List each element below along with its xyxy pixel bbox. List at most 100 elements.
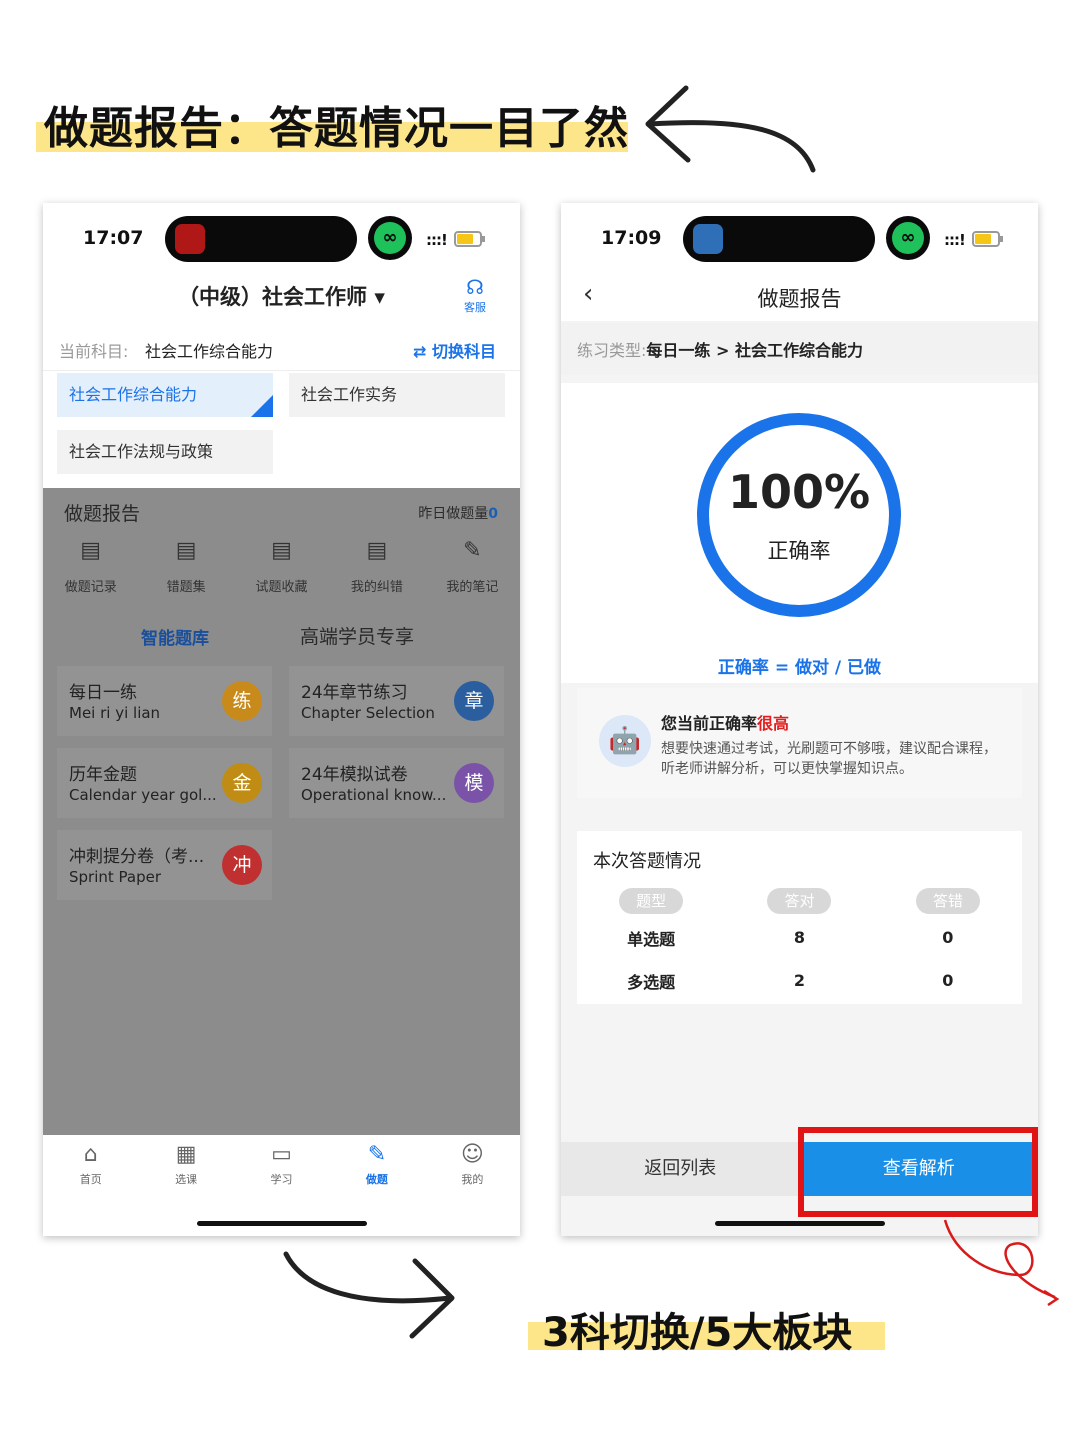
card-subtitle: Sprint Paper	[69, 868, 162, 886]
note-icon: ✎	[463, 538, 482, 563]
card-badge: 练	[222, 681, 262, 721]
home-icon: ⌂	[83, 1142, 98, 1167]
answer-stats: 本次答题情况 题型 答对 答错 单选题 8 0 多选题 2 0	[577, 831, 1022, 1004]
crumb-key: 练习类型:	[577, 341, 647, 360]
favorite-icon: ▤	[271, 538, 292, 563]
status-bar: 17:07 ∞ :::!	[43, 203, 520, 273]
tab-me[interactable]: ☺ 我的	[425, 1135, 520, 1205]
accuracy-formula: 正确率 = 做对 / 已做	[717, 658, 882, 678]
stats-cell: 单选题	[627, 929, 676, 949]
tool-label: 试题收藏	[255, 580, 308, 595]
card-chapter[interactable]: 24年章节练习 Chapter Selection 章	[289, 666, 504, 736]
subject-chip-label: 社会工作综合能力	[69, 385, 198, 404]
dynamic-island	[683, 216, 875, 262]
highlight-box	[798, 1127, 1038, 1217]
card-subtitle: Operational know...	[301, 786, 447, 804]
card-subtitle: Mei ri yi lian	[69, 704, 161, 722]
report-tools: ▤ 做题记录 ▤ 错题集 ▤ 试题收藏 ▤ 我的纠错 ✎ 我的笔记	[43, 536, 520, 596]
breadcrumb: 练习类型:每日一练 > 社会工作综合能力	[561, 323, 1038, 375]
card-title: 冲刺提分卷（考...	[69, 847, 205, 867]
stats-cell: 0	[942, 971, 954, 990]
table-row: 多选题 2 0	[577, 959, 1022, 1002]
tool-label: 我的笔记	[446, 580, 499, 595]
tool-label: 做题记录	[64, 580, 117, 595]
tab-home[interactable]: ⌂ 首页	[43, 1135, 138, 1205]
stats-header-pill: 答对	[767, 888, 832, 914]
tool-wrong-set[interactable]: ▤ 错题集	[138, 536, 233, 596]
tab-course[interactable]: ▦ 选课	[138, 1135, 233, 1205]
switch-subject-button[interactable]: ⇄ 切换科目	[413, 338, 496, 362]
home-indicator	[715, 1221, 885, 1226]
signal-icon: :::!	[426, 231, 448, 249]
quiz-icon: ✎	[367, 1142, 387, 1167]
status-bar: 17:09 ∞ :::!	[561, 203, 1038, 273]
tool-correction[interactable]: ▤ 我的纠错	[329, 536, 424, 596]
subject-row: 当前科目: 社会工作综合能力 ⇄ 切换科目	[43, 329, 520, 371]
service-button[interactable]: ☊ 客服	[460, 275, 490, 315]
headset-icon: ☊	[466, 275, 484, 299]
headline-text: 做题报告：答题情况一目了然	[44, 103, 629, 154]
phone-right: 17:09 ∞ :::! ‹ 做题报告 练习类型:每日一练 > 社会工作综合能力…	[561, 203, 1038, 1236]
tool-record[interactable]: ▤ 做题记录	[43, 536, 138, 596]
subject-chip-label: 社会工作法规与政策	[69, 442, 214, 461]
tab-study[interactable]: ▭ 学习	[234, 1135, 329, 1205]
header: （中级）社会工作师 ▾ ☊ 客服	[43, 275, 520, 325]
tab-label: 做题	[365, 1173, 388, 1186]
subject-chip-1[interactable]: 社会工作综合能力	[57, 373, 273, 417]
tab-label: 学习	[270, 1173, 293, 1186]
subject-chip-label: 社会工作实务	[301, 385, 398, 404]
tip-box: 🤖 您当前正确率很高 想要快速通过考试，光刷题可不够哦，建议配合课程，听老师讲解…	[577, 688, 1022, 798]
tab-premium[interactable]: 高端学员专享	[300, 622, 414, 649]
card-sprint[interactable]: 冲刺提分卷（考... Sprint Paper 冲	[57, 830, 272, 900]
tool-label: 我的纠错	[350, 580, 403, 595]
robot-avatar-icon: 🤖	[599, 715, 651, 767]
tab-smart-library[interactable]: 智能题库	[141, 624, 209, 649]
curved-arrow-top	[645, 85, 816, 173]
headline: 做题报告：答题情况一目了然	[36, 92, 629, 158]
card-badge: 金	[222, 763, 262, 803]
stats-table: 题型 答对 答错 单选题 8 0 多选题 2 0	[577, 886, 1022, 1002]
chat-app-icon: ∞	[368, 216, 412, 260]
crumb-value: 每日一练 > 社会工作综合能力	[646, 341, 863, 360]
phone-left: 17:07 ∞ :::! （中级）社会工作师 ▾ ☊ 客服 当前科目: 社会工作…	[43, 203, 520, 1236]
dimmed-content: 做题报告 昨日做题量0 ▤ 做题记录 ▤ 错题集 ▤ 试题收藏 ▤ 我的纠错 ✎ 我的笔记…	[43, 488, 520, 1135]
tool-favorite[interactable]: ▤ 试题收藏	[234, 536, 329, 596]
card-past-exams[interactable]: 历年金题 Calendar year gol... 金	[57, 748, 272, 818]
stats-cell: 0	[942, 928, 954, 947]
subject-chip-2[interactable]: 社会工作实务	[289, 373, 505, 417]
page-title[interactable]: （中级）社会工作师 ▾	[43, 281, 520, 311]
table-row: 单选题 8 0	[577, 916, 1022, 959]
tip-title-text: 您当前正确率	[661, 714, 758, 733]
card-badge: 冲	[222, 845, 262, 885]
header: ‹ 做题报告	[561, 273, 1038, 321]
red-swirl-arrow	[943, 1219, 1060, 1307]
card-daily[interactable]: 每日一练 Mei ri yi lian 练	[57, 666, 272, 736]
battery-icon	[972, 231, 1003, 247]
accuracy-ring: 100% 正确率	[697, 413, 901, 617]
record-icon: ▤	[80, 538, 102, 563]
signal-icon: :::!	[944, 231, 966, 249]
subject-chip-3[interactable]: 社会工作法规与政策	[57, 430, 273, 474]
tab-quiz[interactable]: ✎ 做题	[329, 1135, 424, 1205]
subject-value: 社会工作综合能力	[145, 342, 274, 361]
card-mock-exam[interactable]: 24年模拟试卷 Operational know... 模	[289, 748, 504, 818]
wrong-set-icon: ▤	[175, 538, 197, 563]
card-badge: 模	[454, 763, 494, 803]
stats-header-pill: 答错	[915, 888, 980, 914]
status-time: 17:09	[601, 227, 662, 249]
yesterday-label: 昨日做题量	[418, 506, 489, 522]
page-title: 做题报告	[757, 287, 842, 311]
back-to-list-button[interactable]: 返回列表	[561, 1142, 800, 1196]
card-title: 历年金题	[69, 765, 137, 785]
stats-cell: 多选题	[627, 972, 676, 992]
result-panel: 100% 正确率 正确率 = 做对 / 已做	[561, 383, 1038, 683]
tool-note[interactable]: ✎ 我的笔记	[425, 536, 520, 596]
subject-label: 当前科目:	[59, 342, 129, 361]
card-title: 24年章节练习	[301, 683, 408, 703]
app-thumbnail	[175, 224, 205, 254]
stats-header: 答错	[874, 886, 1022, 916]
stats-title: 本次答题情况	[593, 851, 701, 872]
service-label: 客服	[464, 301, 486, 314]
stats-header: 答对	[725, 886, 873, 916]
stats-cell: 8	[793, 928, 806, 947]
